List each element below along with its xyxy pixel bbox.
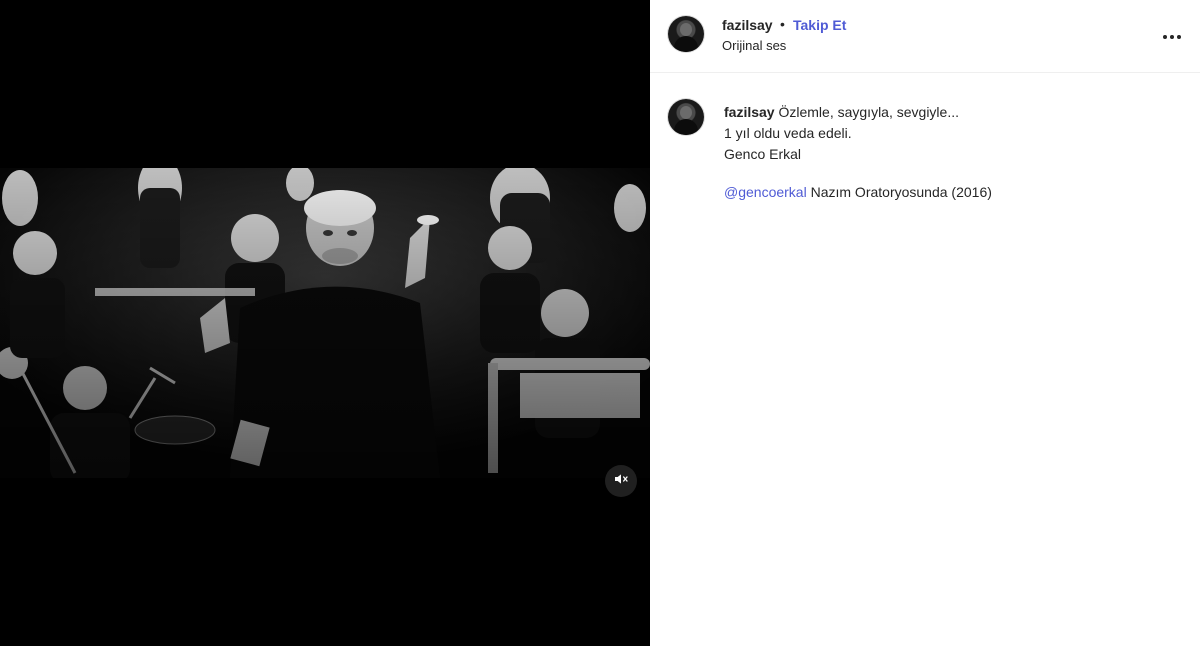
avatar[interactable] — [668, 99, 704, 135]
mention-link[interactable]: @gencoerkal — [724, 184, 807, 200]
caption-line-4: Nazım Oratoryosunda (2016) — [810, 184, 992, 200]
reel-video[interactable] — [0, 168, 650, 478]
mute-toggle-button[interactable] — [605, 465, 637, 497]
post-side-panel: fazilsay • Takip Et Orijinal ses fazilsa… — [650, 0, 1200, 646]
separator-dot: • — [780, 16, 785, 32]
post-caption: fazilsay Özlemle, saygıyla, sevgiyle... … — [650, 73, 1200, 213]
header-username-link[interactable]: fazilsay — [722, 17, 773, 33]
more-horizontal-icon — [1162, 27, 1182, 45]
speaker-muted-icon — [613, 471, 629, 492]
caption-username-link[interactable]: fazilsay — [724, 104, 775, 120]
caption-line-1: Özlemle, saygıyla, sevgiyle... — [778, 104, 959, 120]
video-frame-image — [0, 168, 650, 478]
more-options-button[interactable] — [1160, 24, 1184, 48]
media-pane — [0, 0, 650, 646]
caption-line-2: 1 yıl oldu veda edeli. — [724, 125, 852, 141]
post-dialog: fazilsay • Takip Et Orijinal ses fazilsa… — [0, 0, 1200, 646]
audio-label-link[interactable]: Orijinal ses — [722, 38, 786, 53]
caption-line-3: Genco Erkal — [724, 146, 802, 162]
caption-text: fazilsay Özlemle, saygıyla, sevgiyle... … — [724, 102, 992, 203]
post-header: fazilsay • Takip Et Orijinal ses — [650, 0, 1200, 73]
follow-button[interactable]: Takip Et — [793, 17, 846, 33]
avatar[interactable] — [668, 16, 704, 52]
